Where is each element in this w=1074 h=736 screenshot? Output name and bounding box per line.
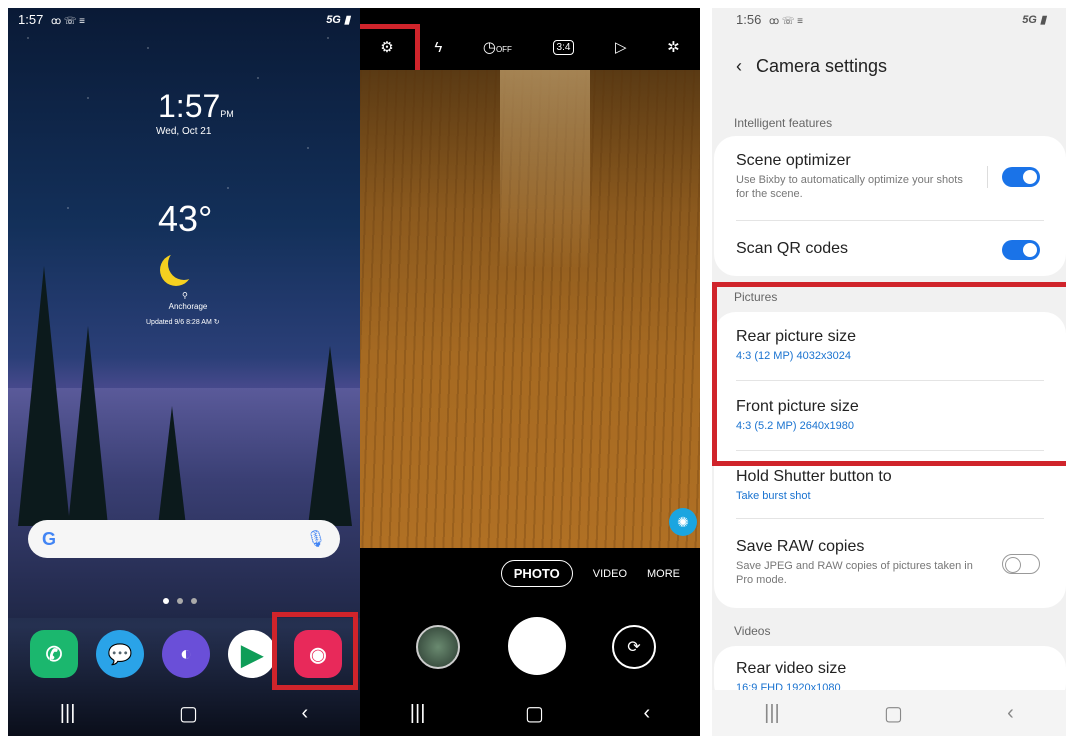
- divider: [736, 220, 1044, 221]
- status-icons: ꝏ ☏ ≡: [50, 15, 86, 27]
- scene-optimizer-row[interactable]: Scene optimizer Use Bixby to automatical…: [736, 152, 1040, 201]
- mic-icon[interactable]: 🎙: [306, 529, 326, 549]
- section-videos: Videos: [734, 624, 771, 638]
- camera-screen: ⚙ ϟ ◷OFF 3:4 ▷ ✲ ✺ PHOTO VIDEO MORE ⟳ ||…: [360, 8, 700, 736]
- save-raw-row[interactable]: Save RAW copies Save JPEG and RAW copies…: [736, 538, 1040, 587]
- hold-shutter-value: Take burst shot: [736, 490, 811, 502]
- network-type: 5G: [326, 13, 341, 26]
- weather-location: Anchorage: [168, 302, 208, 311]
- page-dot: [177, 598, 183, 604]
- timer-icon[interactable]: ◷OFF: [483, 38, 512, 56]
- recents-button[interactable]: |||: [764, 702, 780, 725]
- wallpaper-tree: [18, 266, 70, 526]
- phone-app-icon[interactable]: ✆: [30, 630, 78, 678]
- mode-photo[interactable]: PHOTO: [500, 560, 573, 587]
- network-type: 5G: [1022, 13, 1037, 26]
- page-dot: [191, 598, 197, 604]
- moon-icon: [168, 248, 200, 280]
- motion-photo-icon[interactable]: ▷: [615, 38, 627, 56]
- camera-settings-screen: 1:56 ꝏ ☏ ≡ 5G ▮ ‹ Camera settings Intell…: [712, 8, 1066, 698]
- highlight-camera-app: [272, 612, 358, 690]
- refresh-icon[interactable]: ↻: [214, 319, 220, 326]
- recents-button[interactable]: |||: [410, 702, 426, 725]
- temperature[interactable]: 43°: [158, 198, 212, 240]
- section-intelligent-features: Intelligent features: [734, 116, 833, 130]
- hold-shutter-row[interactable]: Hold Shutter button to Take burst shot: [736, 468, 1040, 503]
- scan-qr-row[interactable]: Scan QR codes: [736, 240, 1040, 260]
- play-store-app-icon[interactable]: ▶: [228, 630, 276, 678]
- save-raw-toggle[interactable]: [1002, 554, 1040, 574]
- recents-button[interactable]: |||: [60, 702, 76, 725]
- mode-more[interactable]: MORE: [647, 568, 680, 580]
- scan-qr-title: Scan QR codes: [736, 240, 849, 257]
- viewfinder-highlight: [500, 70, 590, 270]
- intelligent-card: Scene optimizer Use Bixby to automatical…: [714, 136, 1066, 276]
- location-pin-icon: ⚲: [182, 291, 188, 300]
- status-time: 1:57: [18, 11, 44, 27]
- date-label: Wed, Oct 21: [156, 126, 212, 137]
- back-button[interactable]: ‹: [1007, 702, 1014, 725]
- camera-viewfinder[interactable]: [360, 70, 700, 548]
- hold-shutter-title: Hold Shutter button to: [736, 468, 892, 485]
- clock-widget[interactable]: 1:57PM: [158, 88, 234, 125]
- settings-header: ‹ Camera settings: [712, 46, 1066, 86]
- gallery-thumbnail[interactable]: [416, 625, 460, 669]
- camera-mode-selector: PHOTO VIDEO MORE: [360, 560, 700, 587]
- divider: [987, 166, 988, 188]
- back-arrow-icon[interactable]: ‹: [736, 56, 742, 77]
- home-button[interactable]: ▢: [179, 701, 198, 726]
- wallpaper-tree: [68, 326, 108, 526]
- status-time: 1:56: [736, 11, 762, 27]
- filter-effects-icon[interactable]: ✲: [667, 38, 680, 56]
- home-screen: 1:57 ꝏ ☏ ≡ 5G ▮ 1:57PM Wed, Oct 21 43° ⚲…: [8, 8, 360, 736]
- divider: [736, 518, 1044, 519]
- clock-time: 1:57: [158, 88, 221, 124]
- google-logo-icon: G: [42, 528, 57, 549]
- rear-video-size-title: Rear video size: [736, 660, 847, 677]
- flash-off-icon[interactable]: ϟ: [434, 39, 442, 56]
- signal-icon: ▮: [1039, 13, 1046, 26]
- scan-qr-toggle[interactable]: [1002, 240, 1040, 260]
- home-button[interactable]: ▢: [525, 701, 544, 726]
- weather-updated: Updated 9/6 8:28 AM ↻: [146, 319, 220, 326]
- back-button[interactable]: ‹: [644, 702, 651, 725]
- home-button[interactable]: ▢: [884, 701, 903, 726]
- page-dot: [163, 598, 169, 604]
- aspect-ratio-button[interactable]: 3:4: [552, 39, 575, 55]
- wallpaper-tree: [158, 406, 186, 526]
- settings-nav-bar: ||| ▢ ‹: [712, 690, 1066, 736]
- scene-optimizer-toggle[interactable]: [1002, 167, 1040, 187]
- save-raw-title: Save RAW copies: [736, 538, 865, 555]
- page-indicator: [163, 598, 197, 604]
- page-title: Camera settings: [756, 55, 888, 76]
- wallpaper-tree: [308, 346, 352, 526]
- google-search-bar[interactable]: G 🎙: [28, 520, 340, 558]
- nav-bar: ||| ▢ ‹: [360, 690, 700, 736]
- status-bar: 1:56 ꝏ ☏ ≡ 5G ▮: [712, 8, 1066, 30]
- scene-optimizer-title: Scene optimizer: [736, 152, 851, 169]
- internet-app-icon[interactable]: ◐: [162, 630, 210, 678]
- bixby-vision-icon[interactable]: ✺: [669, 508, 697, 536]
- shutter-button[interactable]: [508, 617, 566, 675]
- status-icons: ꝏ ☏ ≡: [768, 15, 804, 27]
- back-button[interactable]: ‹: [302, 702, 309, 725]
- highlight-picture-size: [712, 282, 1066, 466]
- switch-camera-icon[interactable]: ⟳: [612, 625, 656, 669]
- nav-bar: ||| ▢ ‹: [8, 690, 360, 736]
- clock-ampm: PM: [220, 109, 234, 119]
- scene-optimizer-subtitle: Use Bixby to automatically optimize your…: [736, 174, 963, 200]
- status-bar: 1:57 ꝏ ☏ ≡ 5G ▮: [8, 8, 360, 30]
- save-raw-subtitle: Save JPEG and RAW copies of pictures tak…: [736, 560, 973, 586]
- messages-app-icon[interactable]: 💬: [96, 630, 144, 678]
- signal-icon: ▮: [343, 13, 350, 26]
- mode-video[interactable]: VIDEO: [593, 568, 627, 580]
